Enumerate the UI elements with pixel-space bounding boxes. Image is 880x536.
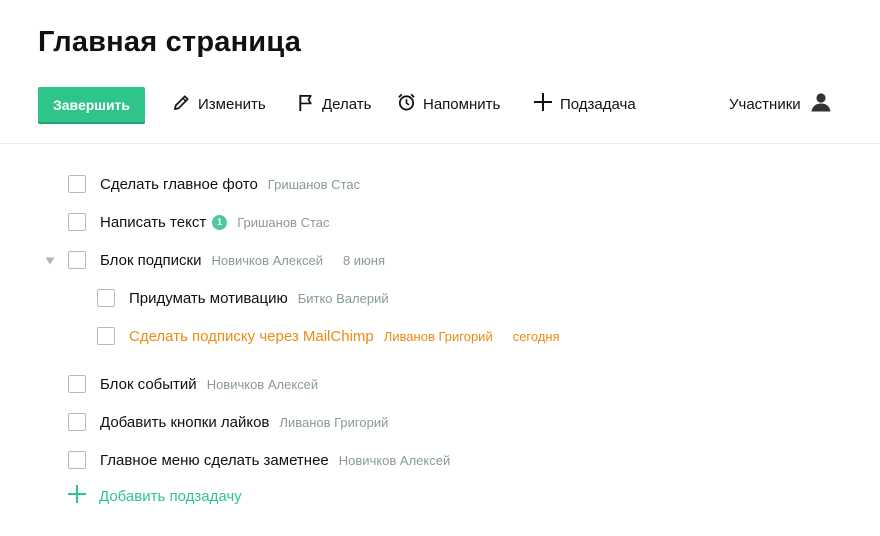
list-item: Придумать мотивацию Битко Валерий — [97, 287, 389, 309]
pencil-icon — [172, 93, 198, 116]
task-assignee[interactable]: Ливанов Григорий — [279, 415, 388, 430]
task-checkbox[interactable] — [97, 289, 115, 307]
divider — [0, 143, 880, 144]
task-assignee[interactable]: Гришанов Стас — [268, 177, 360, 192]
task-checkbox[interactable] — [68, 213, 86, 231]
task-title[interactable]: Добавить кнопки лайков — [100, 414, 269, 431]
task-title[interactable]: Блок событий — [100, 376, 197, 393]
expand-triangle-icon[interactable] — [45, 253, 55, 265]
task-due-date[interactable]: сегодня — [513, 329, 560, 344]
task-assignee[interactable]: Новичков Алексей — [339, 453, 450, 468]
comment-count-badge: 1 — [212, 214, 228, 230]
task-checkbox[interactable] — [68, 251, 86, 269]
task-title[interactable]: Написать текст — [100, 214, 206, 231]
list-item: Блок событий Новичков Алексей — [68, 373, 318, 395]
alarm-clock-icon — [397, 92, 423, 116]
list-item: Добавить кнопки лайков Ливанов Григорий — [68, 411, 388, 433]
toolbar: Завершить Изменить Делать Напомнить Подз… — [38, 87, 838, 122]
task-checkbox[interactable] — [68, 413, 86, 431]
edit-label: Изменить — [198, 95, 266, 113]
task-assignee[interactable]: Битко Валерий — [298, 291, 389, 306]
remind-label: Напомнить — [423, 95, 501, 113]
subtask-label: Подзадача — [560, 95, 636, 113]
members-button[interactable]: Участники — [729, 87, 832, 121]
task-checkbox[interactable] — [68, 175, 86, 193]
do-button[interactable]: Делать — [297, 87, 371, 121]
list-item: Главное меню сделать заметнее Новичков А… — [68, 449, 450, 471]
complete-button[interactable]: Завершить — [38, 87, 145, 122]
plus-icon — [533, 92, 560, 116]
task-title[interactable]: Главное меню сделать заметнее — [100, 452, 329, 469]
list-item: Сделать подписку через MailChimp Ливанов… — [97, 325, 560, 347]
flag-icon — [297, 93, 322, 116]
add-subtask-label: Добавить подзадачу — [99, 487, 242, 505]
list-item: Написать текст 1 Гришанов Стас — [68, 211, 330, 233]
list-item: Сделать главное фото Гришанов Стас — [68, 173, 360, 195]
list-item: Блок подписки Новичков Алексей 8 июня — [68, 249, 385, 271]
task-title[interactable]: Блок подписки — [100, 252, 202, 269]
task-checkbox[interactable] — [97, 327, 115, 345]
user-icon — [801, 92, 832, 116]
add-subtask-toolbar-button[interactable]: Подзадача — [533, 87, 636, 121]
task-assignee[interactable]: Новичков Алексей — [207, 377, 318, 392]
task-checkbox[interactable] — [68, 375, 86, 393]
task-due-date[interactable]: 8 июня — [343, 253, 385, 268]
members-label: Участники — [729, 95, 801, 113]
remind-button[interactable]: Напомнить — [397, 87, 500, 121]
task-title[interactable]: Придумать мотивацию — [129, 290, 288, 307]
add-subtask-button[interactable]: Добавить подзадачу — [67, 485, 242, 507]
task-title[interactable]: Сделать главное фото — [100, 176, 258, 193]
task-assignee[interactable]: Ливанов Григорий — [384, 329, 493, 344]
do-label: Делать — [322, 95, 372, 113]
edit-button[interactable]: Изменить — [172, 87, 266, 121]
page-title: Главная страница — [38, 26, 302, 58]
plus-icon — [67, 484, 99, 508]
task-title[interactable]: Сделать подписку через MailChimp — [129, 328, 374, 345]
task-assignee[interactable]: Гришанов Стас — [237, 215, 329, 230]
task-assignee[interactable]: Новичков Алексей — [212, 253, 323, 268]
task-checkbox[interactable] — [68, 451, 86, 469]
